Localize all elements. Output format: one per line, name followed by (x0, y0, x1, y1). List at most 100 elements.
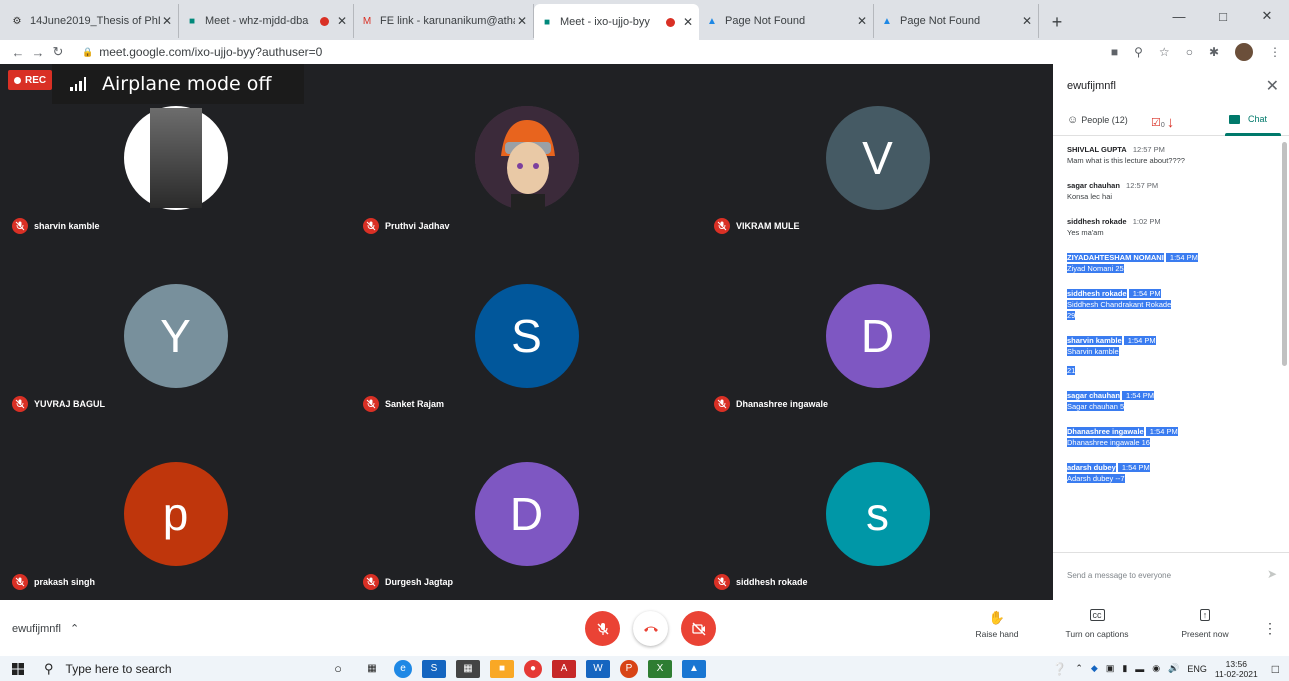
browser-tab[interactable]: ▲ Page Not Found ✕ (699, 4, 874, 38)
mic-toggle-button[interactable] (585, 611, 620, 646)
network-icon[interactable]: ◉ (1152, 663, 1160, 674)
tab-title: Meet - whz-mjdd-dba (205, 15, 309, 27)
raise-hand-label: Raise hand (975, 629, 1019, 639)
message-text: Konsa lec hai (1067, 192, 1113, 201)
cortana-icon[interactable]: ○ (326, 660, 350, 678)
close-tab-icon[interactable]: ✕ (162, 14, 172, 28)
photos-icon[interactable]: ▲ (682, 659, 706, 678)
excel-icon[interactable]: X (648, 659, 672, 678)
chat-scrollbar[interactable] (1282, 142, 1287, 366)
maximize-icon[interactable]: □ (1201, 0, 1245, 32)
participant-tile[interactable]: p prakash singh (0, 420, 351, 598)
browser-tab[interactable]: M FE link - karunanikum@athar ✕ (354, 4, 534, 38)
bookmark-star-icon[interactable]: ☆ (1159, 45, 1170, 59)
mic-off-icon (363, 574, 379, 590)
camera-toggle-button[interactable] (681, 611, 716, 646)
participant-tile[interactable]: D Durgesh Jagtap (351, 420, 702, 598)
dropbox-icon[interactable]: ◆ (1091, 663, 1098, 674)
lock-icon: 🔒 (82, 46, 94, 57)
zoom-icon[interactable]: ⚲ (1134, 45, 1143, 59)
usb-icon[interactable]: ▮ (1122, 663, 1127, 674)
new-tab-button[interactable]: + (1043, 8, 1071, 36)
tab-tasks[interactable]: ☑ 0 ↓ (1151, 114, 1174, 131)
windows-taskbar: ⚲ Type here to search ○ ▦ e S ▦ ■ ● A W … (0, 656, 1289, 681)
browser-tab[interactable]: ⚙ 14June2019_Thesis of PhD - ✕ (4, 4, 179, 38)
close-tab-icon[interactable]: ✕ (517, 14, 527, 28)
file-explorer-icon[interactable]: ■ (490, 659, 514, 678)
browser-tab[interactable]: ■ Meet - ixo-ujjo-byy ✕ (534, 4, 699, 40)
participant-avatar (123, 106, 228, 210)
chrome-icon[interactable]: ● (524, 659, 542, 678)
puzzle-icon[interactable]: ✱ (1209, 45, 1219, 59)
participant-name-row: Sanket Rajam (363, 396, 444, 412)
acrobat-icon[interactable]: A (552, 659, 576, 678)
close-tab-icon[interactable]: ✕ (683, 15, 693, 29)
message-sender: sharvin kamble (1067, 336, 1122, 345)
present-now-button[interactable]: ↑ Present now (1165, 609, 1245, 639)
send-icon[interactable]: ➤ (1267, 567, 1277, 581)
record-dot-icon (14, 76, 21, 84)
present-icon: ↑ (1165, 609, 1245, 624)
notifications-icon[interactable]: □ (1272, 662, 1279, 676)
message-sender: siddhesh rokade (1067, 217, 1127, 226)
participant-tile[interactable]: D Dhanashree ingawale (702, 242, 1053, 420)
browser-tab[interactable]: ▲ Page Not Found ✕ (874, 4, 1039, 38)
volume-icon[interactable]: 🔊 (1168, 663, 1179, 674)
participant-tile[interactable]: Y YUVRAJ BAGUL (0, 242, 351, 420)
profile-avatar[interactable] (1235, 43, 1253, 61)
word-icon[interactable]: W (586, 659, 610, 678)
forward-icon[interactable]: → (28, 45, 48, 60)
participant-tile[interactable]: Pruthvi Jadhav (351, 64, 702, 242)
chat-message: adarsh dubey 1:54 PM Adarsh dubey --7 (1067, 462, 1277, 484)
meet-icon: ■ (188, 15, 196, 27)
reload-icon[interactable]: ↻ (48, 44, 68, 60)
camera-icon[interactable]: ■ (1111, 45, 1118, 59)
browser-tab[interactable]: ■ Meet - whz-mjdd-dba ✕ (179, 4, 354, 38)
app-grid-icon[interactable]: ▦ (456, 659, 480, 678)
participant-tile[interactable]: V VIKRAM MULE (702, 64, 1053, 242)
tablet-icon[interactable]: ▣ (1106, 663, 1115, 674)
edge-icon[interactable]: e (394, 659, 412, 678)
participant-name: Durgesh Jagtap (385, 577, 454, 587)
battery-icon[interactable]: ▬ (1135, 664, 1144, 674)
task-view-icon[interactable]: ▦ (360, 660, 384, 678)
meeting-code: ewufijmnfl (12, 623, 61, 635)
close-tab-icon[interactable]: ✕ (337, 14, 347, 28)
back-icon[interactable]: ← (8, 45, 28, 60)
message-sender: ZIYADAHTESHAM NOMANI (1067, 253, 1164, 262)
menu-dots-icon[interactable]: ⋮ (1269, 45, 1281, 59)
close-window-icon[interactable]: ✕ (1245, 0, 1289, 32)
minimize-icon[interactable]: — (1157, 0, 1201, 32)
message-input[interactable]: Send a message to everyone (1067, 571, 1171, 580)
hangup-icon (643, 626, 658, 632)
windows-start-button[interactable] (0, 656, 36, 681)
camera-off-icon (691, 622, 705, 635)
system-tray: ❔ ⌃ ◆ ▣ ▮ ▬ ◉ 🔊 ENG 13:56 11-02-2021 □ (1052, 656, 1289, 681)
captions-button[interactable]: cc Turn on captions (1057, 609, 1137, 639)
airplane-mode-text: Airplane mode off (102, 73, 272, 95)
close-icon[interactable]: ✕ (1266, 76, 1279, 96)
close-tab-icon[interactable]: ✕ (857, 14, 867, 28)
help-icon[interactable]: ❔ (1052, 662, 1067, 676)
url-field[interactable]: 🔒 meet.google.com/ixo-ujjo-byy?authuser=… (82, 45, 322, 59)
participant-tile[interactable]: S Sanket Rajam (351, 242, 702, 420)
clock[interactable]: 13:56 11-02-2021 (1215, 659, 1258, 679)
leave-call-button[interactable] (633, 611, 668, 646)
tray-chevron-icon[interactable]: ⌃ (1075, 663, 1083, 674)
meeting-details-button[interactable]: ewufijmnfl ⌃ (12, 622, 79, 635)
tab-people[interactable]: ☺ People (12) (1067, 114, 1128, 126)
taskbar-search[interactable]: ⚲ Type here to search (36, 656, 296, 681)
close-tab-icon[interactable]: ✕ (1022, 14, 1032, 28)
participant-name: Dhanashree ingawale (736, 399, 829, 409)
participant-tile[interactable]: s siddhesh rokade (702, 420, 1053, 598)
tab-chat[interactable]: Chat (1229, 114, 1267, 124)
language-indicator[interactable]: ENG (1187, 664, 1207, 674)
message-sender: SHIVLAL GUPTA (1067, 145, 1127, 154)
message-time: 1:54 PM (1165, 253, 1198, 262)
extension-icon[interactable]: ○ (1186, 45, 1193, 59)
app-s-icon[interactable]: S (422, 659, 446, 678)
raise-hand-button[interactable]: ✋ Raise hand (957, 610, 1037, 639)
powerpoint-icon[interactable]: P (620, 659, 638, 678)
active-tab-indicator (1225, 133, 1281, 136)
more-options-icon[interactable]: ⋮ (1263, 620, 1277, 637)
